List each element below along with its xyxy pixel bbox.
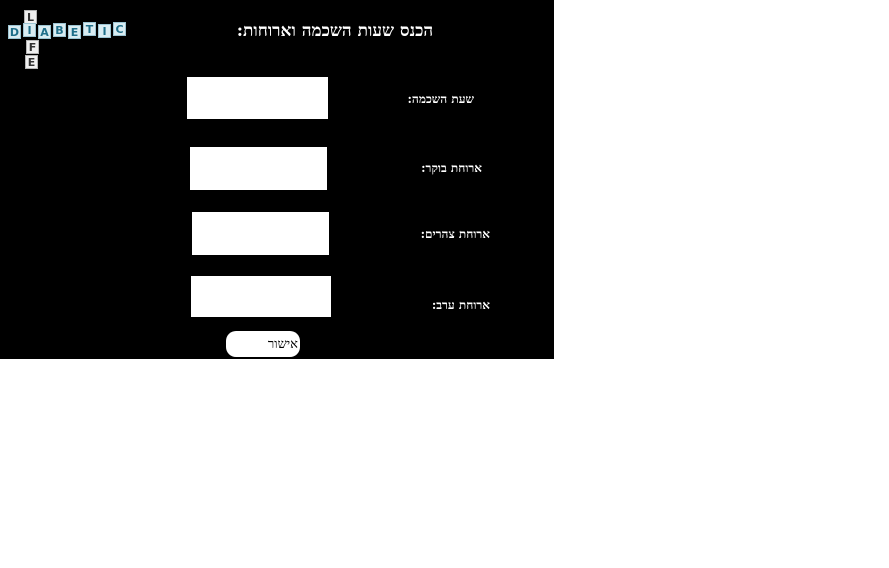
- dinner-label: ארוחת ערב:: [431, 298, 490, 312]
- logo-letter-i: I: [23, 23, 36, 37]
- page-title: הכנס שעות השכמה וארוחות:: [236, 21, 434, 41]
- logo-letter-a: A: [38, 25, 51, 39]
- logo-letter-d: D: [8, 25, 21, 39]
- logo-letter-f: F: [26, 40, 39, 54]
- diabetic-life-logo: L D I A B E T I C F E: [6, 10, 132, 72]
- lunch-input[interactable]: [192, 212, 329, 255]
- dinner-input[interactable]: [191, 276, 331, 317]
- breakfast-input[interactable]: [190, 147, 327, 190]
- breakfast-label: ארוחת בוקר:: [421, 161, 482, 175]
- logo-letter-l: L: [24, 10, 37, 24]
- wake-time-input[interactable]: [187, 77, 328, 119]
- logo-letter-t: T: [83, 22, 96, 36]
- logo-letter-b: B: [53, 23, 66, 37]
- form-panel: L D I A B E T I C F E הכנס שעות השכמה וא…: [0, 0, 554, 359]
- lunch-label: ארוחת צהרים:: [420, 227, 490, 241]
- wake-time-label: שעת השכמה:: [407, 92, 475, 106]
- logo-letter-c: C: [113, 22, 126, 36]
- logo-letter-e: E: [68, 25, 81, 39]
- logo-letter-i2: I: [98, 24, 111, 38]
- submit-button[interactable]: אישור: [226, 331, 300, 357]
- logo-letter-e-vertical: E: [25, 55, 38, 69]
